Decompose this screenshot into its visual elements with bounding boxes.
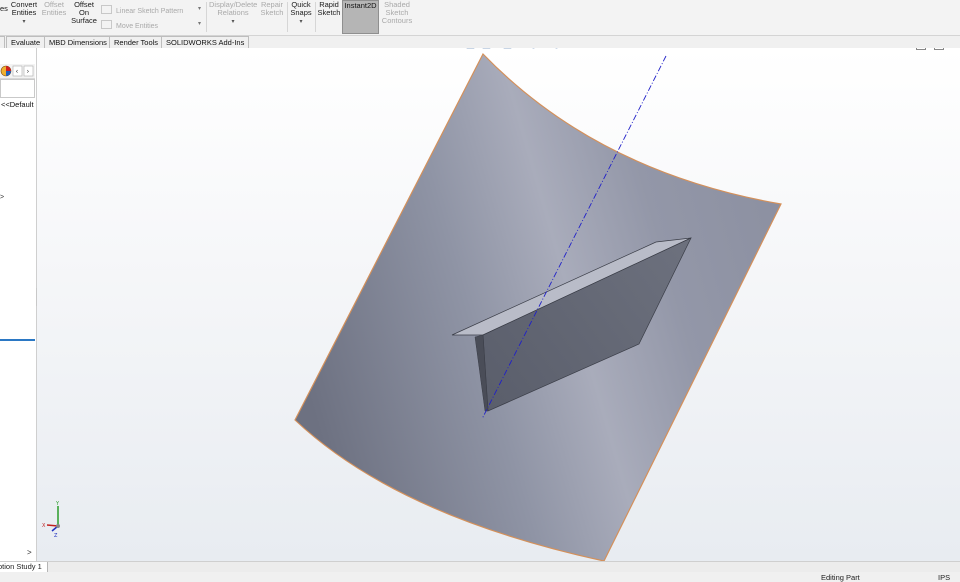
configuration-label[interactable]: <<Default bbox=[1, 100, 34, 109]
repair-sketch-button[interactable]: Repair Sketch bbox=[260, 1, 284, 17]
chevron-left-icon: ‹ bbox=[16, 68, 19, 76]
edit-appearance-icon[interactable]: ● bbox=[569, 48, 580, 50]
status-editing-mode: Editing Part bbox=[821, 573, 860, 582]
display-manager-icon[interactable] bbox=[0, 65, 12, 77]
view-settings-icon[interactable]: ▭ bbox=[595, 48, 606, 50]
model-view: Y X Z bbox=[42, 52, 782, 561]
rollback-bar[interactable] bbox=[0, 339, 35, 341]
chevron-down-icon[interactable]: ▾ bbox=[209, 18, 257, 26]
zoom-to-fit-icon[interactable]: ⌕ bbox=[417, 48, 428, 50]
linear-pattern-icon bbox=[101, 5, 112, 14]
view-orientation-icon[interactable]: ◨ bbox=[502, 48, 513, 50]
rapid-sketch-button[interactable]: Rapid Sketch bbox=[317, 1, 341, 17]
tab-solidworks-add-ins[interactable]: SOLIDWORKS Add-Ins bbox=[161, 36, 250, 48]
panel-toolbar: ‹ › bbox=[0, 64, 35, 79]
partial-tool-label[interactable]: es bbox=[0, 5, 8, 13]
convert-entities-button[interactable]: Convert Entities ▾ bbox=[9, 1, 39, 26]
command-manager-tabs: Evaluate MBD Dimensions Render Tools SOL… bbox=[0, 35, 960, 48]
offset-on-surface-button[interactable]: Offset On Surface bbox=[70, 1, 98, 25]
graphics-area[interactable]: Y X Z ⌕⌕↶◧▣◨◉◍●◐▭▾▾▾ bbox=[37, 48, 960, 561]
chevron-right-icon: › bbox=[27, 68, 30, 76]
horizontal-scroll-right[interactable]: > bbox=[27, 548, 32, 557]
chevron-down-icon[interactable]: ▾ bbox=[9, 18, 39, 26]
linear-sketch-pattern-button[interactable]: Linear Sketch Pattern bbox=[101, 5, 183, 15]
chevron-down-icon[interactable]: ▾ bbox=[198, 20, 201, 28]
tree-expand-arrow[interactable]: > bbox=[0, 194, 4, 201]
offset-entities-button[interactable]: Offset Entities bbox=[41, 1, 67, 17]
tab-render-tools[interactable]: Render Tools bbox=[109, 36, 164, 48]
status-units[interactable]: IPS bbox=[938, 573, 950, 582]
restore-icon[interactable] bbox=[916, 48, 926, 50]
dynamic-annotation-icon[interactable]: ▣ bbox=[481, 48, 492, 50]
ribbon-divider bbox=[206, 2, 207, 32]
chevron-down-icon[interactable]: ▾ bbox=[198, 5, 201, 13]
display-style-icon[interactable]: ◉ bbox=[528, 48, 539, 50]
coordinate-triad: Y X Z bbox=[42, 501, 60, 539]
svg-text:X: X bbox=[42, 523, 46, 529]
maximize-icon[interactable] bbox=[934, 48, 944, 50]
tab-mbd-dimensions[interactable]: MBD Dimensions bbox=[44, 36, 112, 48]
section-view-icon[interactable]: ◧ bbox=[465, 48, 476, 50]
zoom-to-area-icon[interactable]: ⌕ bbox=[433, 48, 444, 50]
previous-view-icon[interactable]: ↶ bbox=[449, 48, 460, 50]
feature-manager-panel: ‹ › <<Default > > bbox=[0, 48, 37, 561]
shaded-sketch-contours-button[interactable]: Shaded Sketch Contours bbox=[381, 1, 413, 25]
svg-text:Z: Z bbox=[54, 533, 58, 539]
ribbon-divider bbox=[315, 2, 316, 32]
instant2d-button[interactable]: Instant2D bbox=[342, 0, 379, 34]
filter-field[interactable] bbox=[0, 79, 35, 98]
panel-toolbar-icons: ‹ › bbox=[0, 65, 34, 77]
display-delete-relations-button[interactable]: Display/Delete Relations ▾ bbox=[209, 1, 257, 26]
chevron-down-icon[interactable]: ▾ bbox=[289, 18, 313, 26]
status-bar: Editing Part IPS bbox=[0, 572, 960, 582]
tab-partial[interactable] bbox=[0, 36, 5, 48]
quick-snaps-button[interactable]: Quick Snaps ▾ bbox=[289, 1, 313, 26]
move-entities-button[interactable]: Move Entities bbox=[101, 20, 158, 30]
viewport-window-controls bbox=[908, 48, 944, 52]
command-manager-ribbon: es Convert Entities ▾ Offset Entities Of… bbox=[0, 0, 960, 36]
apply-scene-icon[interactable]: ◐ bbox=[584, 48, 595, 50]
hide-show-items-icon[interactable]: ◍ bbox=[551, 48, 562, 50]
svg-text:Y: Y bbox=[55, 501, 60, 507]
move-entities-icon bbox=[101, 20, 112, 29]
tab-evaluate[interactable]: Evaluate bbox=[6, 36, 46, 48]
ribbon-divider bbox=[287, 2, 288, 32]
